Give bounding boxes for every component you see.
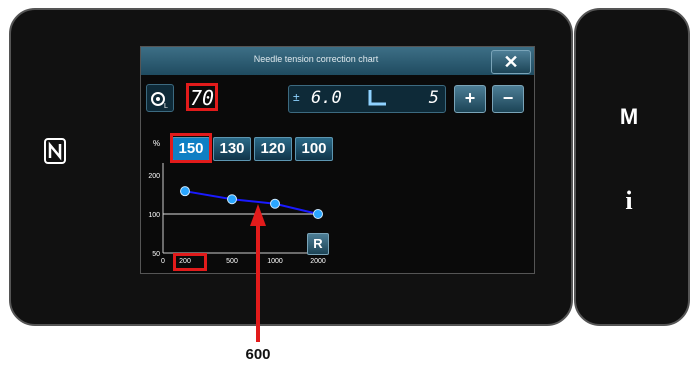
stitch-speed-icon: L: [146, 84, 174, 112]
thread-tension-icon: ±: [293, 90, 300, 104]
highlight-box: [173, 253, 207, 271]
dialog-title: Needle tension correction chart: [253, 54, 379, 64]
y-tick-label: 200: [148, 173, 160, 180]
option-130-button[interactable]: 130: [213, 137, 251, 161]
data-point: [270, 198, 280, 209]
close-button[interactable]: ✕: [491, 50, 531, 74]
y-tick-label: 100: [148, 212, 160, 219]
x-tick-label: 2000: [310, 258, 326, 265]
lcd-screen: Needle tension correction chart ✕ L 70 ±…: [140, 46, 535, 274]
x-tick-label: 500: [226, 258, 238, 265]
dialog-titlebar: Needle tension correction chart ✕: [141, 47, 534, 75]
foot-value: 5: [428, 88, 439, 108]
m-button[interactable]: M: [604, 104, 654, 130]
data-point: [180, 186, 190, 197]
x-tick-label: 1000: [267, 258, 283, 265]
presser-foot-icon: [367, 88, 389, 108]
percent-unit-label: %: [153, 139, 161, 148]
data-point: [313, 209, 323, 219]
reset-button[interactable]: R: [307, 233, 329, 255]
tension-display: ± 6.0 5: [288, 85, 446, 113]
tension-value: 6.0: [311, 88, 342, 108]
highlight-box: [186, 83, 218, 111]
nfc-icon: [44, 138, 66, 164]
info-button[interactable]: i: [604, 186, 654, 216]
option-120-button[interactable]: 120: [254, 137, 292, 161]
svg-text:L: L: [164, 103, 168, 110]
plus-button[interactable]: +: [454, 85, 486, 113]
series-line: [184, 190, 319, 215]
option-100-button[interactable]: 100: [295, 137, 333, 161]
minus-button[interactable]: −: [492, 85, 524, 113]
highlight-box: [170, 133, 212, 163]
x-tick-label: 0: [161, 258, 165, 265]
data-point: [227, 194, 237, 205]
side-panel-bezel: [574, 8, 690, 326]
callout-label: 600: [245, 346, 271, 363]
y-tick-label: 50: [152, 251, 160, 258]
